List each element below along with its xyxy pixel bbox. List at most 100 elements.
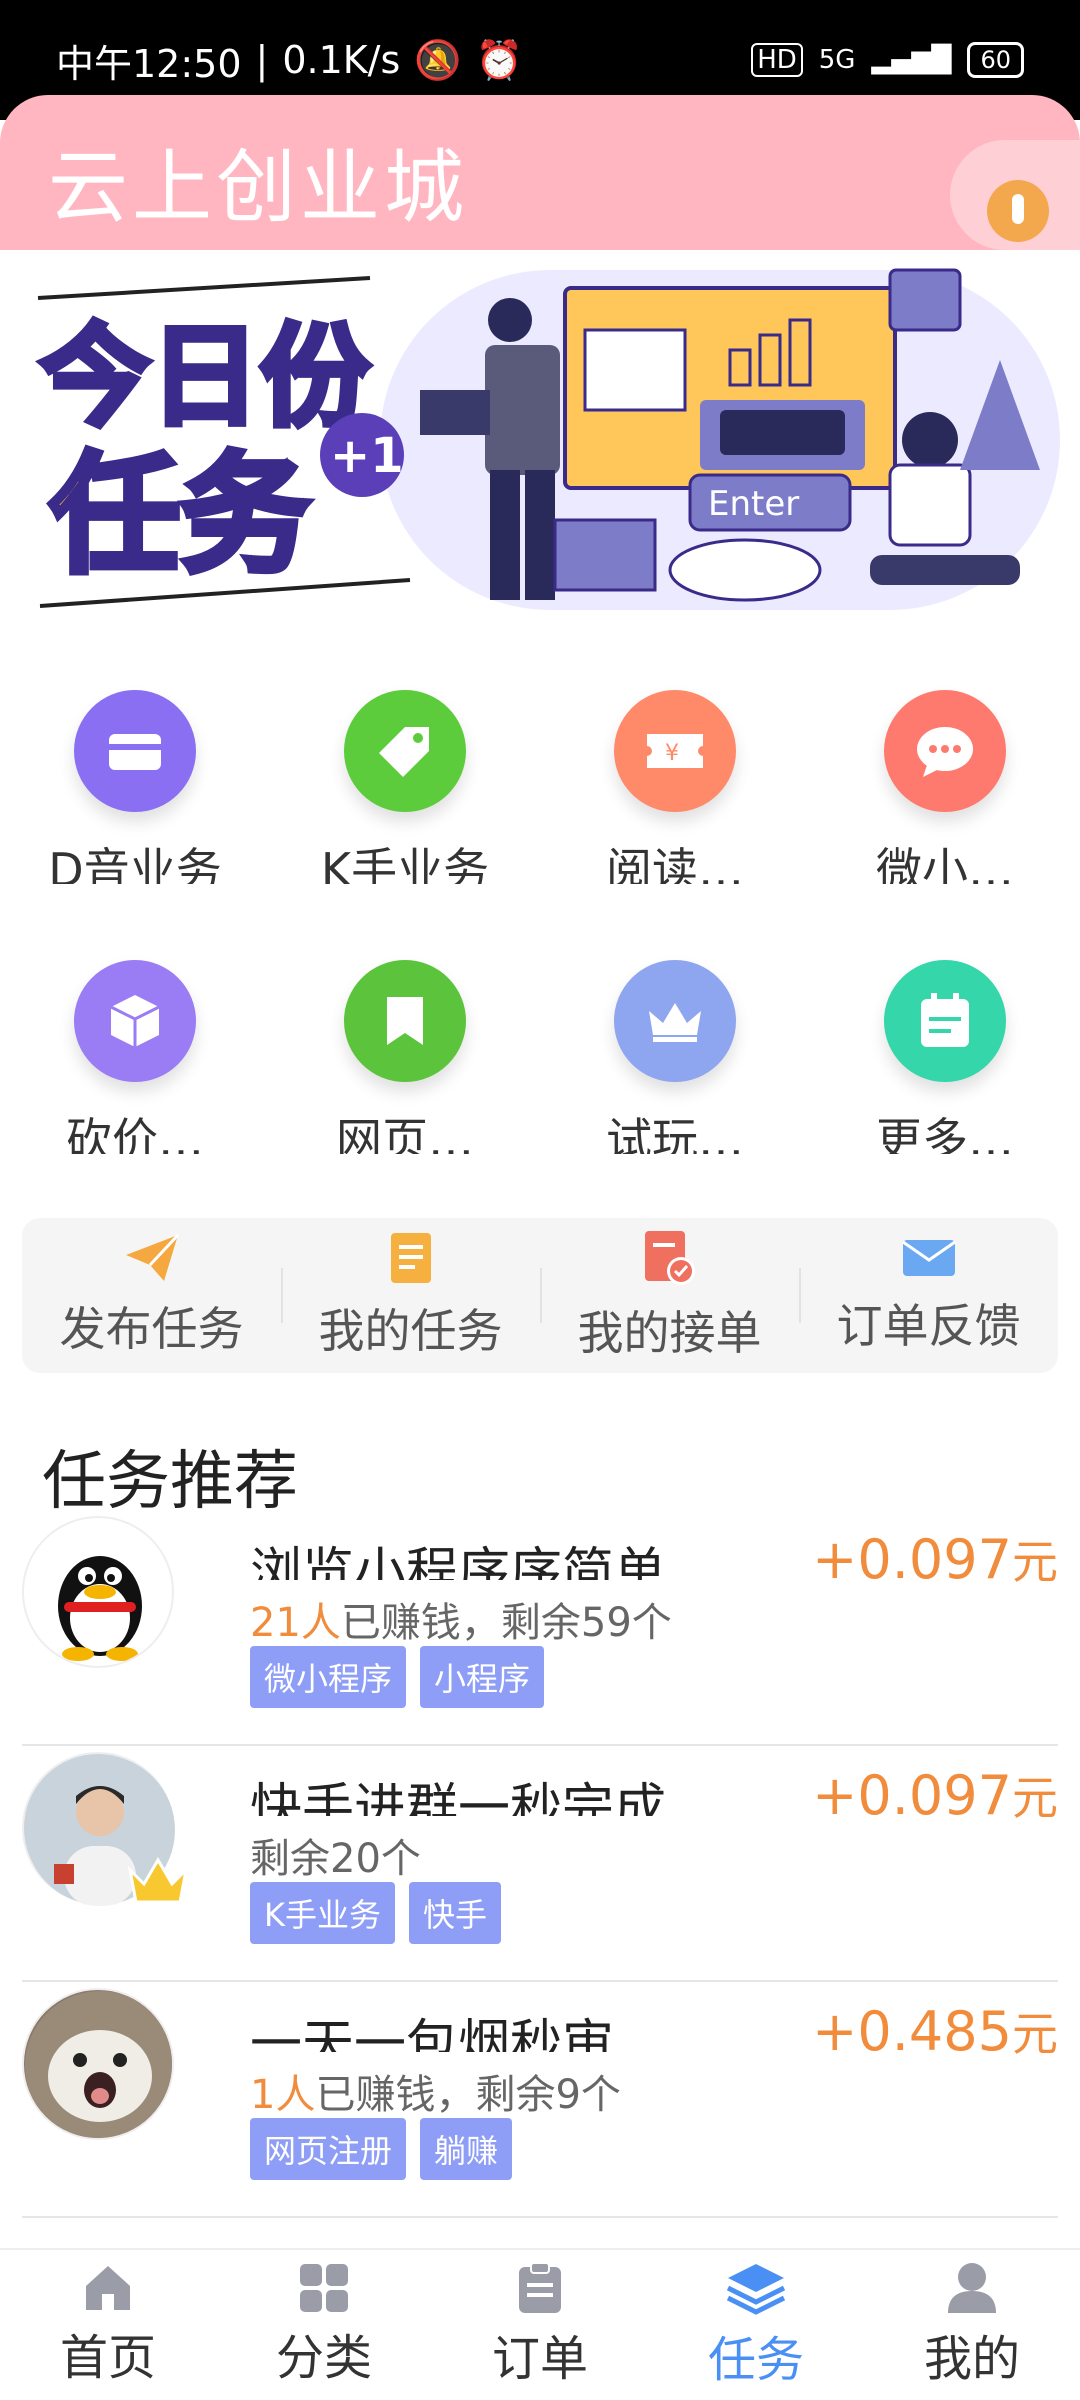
task-reward-unit: 元 <box>1012 1771 1058 1825</box>
quick-action-label: 发布任务 <box>59 1301 244 1356</box>
task-earned-count: 1人 <box>250 2072 316 2118</box>
quick-action-label: 订单反馈 <box>836 1298 1021 1353</box>
task-row[interactable]: 浏览小程序序简单 21人已赚钱，剩余59个 微小程序 小程序 +0.097元 <box>22 1510 1058 1746</box>
task-remaining: 已赚钱，剩余9个 <box>315 2072 621 2118</box>
task-tag: 小程序 <box>420 1646 545 1708</box>
category-item[interactable]: 微小… <box>810 660 1080 930</box>
order-check-icon <box>644 1230 695 1285</box>
tab-label: 我的 <box>923 2331 1020 2387</box>
quick-action-label: 我的任务 <box>318 1303 503 1358</box>
task-title: 快手进群一秒完成 <box>250 1779 667 1816</box>
task-reward: +0.485元 <box>812 1998 1058 2064</box>
home-icon <box>86 2266 130 2310</box>
layers-icon <box>726 2264 786 2315</box>
task-reward-value: +0.097 <box>812 1764 1012 1827</box>
section-title: 任务推荐 <box>42 1445 298 1519</box>
tab-label: 首页 <box>59 2330 156 2386</box>
user-icon <box>948 2263 996 2313</box>
floating-assistant-button[interactable] <box>950 140 1080 250</box>
task-reward-value: +0.485 <box>812 2000 1012 2063</box>
document-icon <box>390 1232 431 1283</box>
category-item[interactable]: D音业务 <box>0 660 270 930</box>
category-item[interactable]: 砍价… <box>0 930 270 1200</box>
banner-enter: Enter <box>708 484 799 524</box>
avatar <box>22 1752 189 1906</box>
task-tag: 微小程序 <box>250 1646 407 1708</box>
promo-banner[interactable]: 今日份 任务 +1 Enter <box>0 250 1080 640</box>
category-label: D音业务 <box>48 843 222 884</box>
tab-profile[interactable]: 我的 <box>864 2250 1080 2400</box>
cube-icon <box>74 960 196 1082</box>
quick-action-bar: 发布任务 我的任务 我的接单 订单反馈 <box>22 1218 1058 1373</box>
category-item[interactable]: ¥ 阅读… <box>540 660 810 930</box>
task-tag: K手业务 <box>250 1882 395 1944</box>
task-meta: 21人已赚钱，剩余59个 <box>250 1590 672 1648</box>
chat-icon <box>884 690 1006 812</box>
category-label: 更多… <box>876 1113 1014 1154</box>
category-grid: D音业务 K手业务 ¥ 阅读… 微小… 砍价… 网页… 试玩… 更多… <box>0 660 1080 1200</box>
task-row[interactable]: 一天一包烟秒审 1人已赚钱，剩余9个 网页注册 躺赚 +0.485元 <box>22 1982 1058 2218</box>
task-title: 浏览小程序序简单 <box>250 1543 667 1580</box>
category-label: 阅读… <box>606 843 744 884</box>
category-label: 网页… <box>336 1113 474 1154</box>
svg-text:¥: ¥ <box>665 741 679 766</box>
bookmark-icon <box>344 960 466 1082</box>
bottom-tab-bar: 首页 分类 订单 任务 我的 <box>0 2248 1080 2400</box>
paper-plane-icon <box>125 1233 179 1281</box>
app-title: 云上创业城 <box>48 141 468 234</box>
my-orders-button[interactable]: 我的接单 <box>540 1218 799 1373</box>
banner-line1: 今日份 <box>40 313 370 441</box>
task-list: 浏览小程序序简单 21人已赚钱，剩余59个 微小程序 小程序 +0.097元 快… <box>0 1510 1080 2218</box>
task-tag: 网页注册 <box>250 2118 407 2180</box>
person-icon <box>987 180 1049 242</box>
task-title: 一天一包烟秒审 <box>250 2015 615 2052</box>
category-label: 微小… <box>876 843 1014 884</box>
banner-line2: 任务 <box>50 439 310 591</box>
my-tasks-button[interactable]: 我的任务 <box>281 1218 540 1373</box>
task-reward-unit: 元 <box>1012 1535 1058 1589</box>
mute-icon: 🔕 <box>414 37 462 82</box>
tab-tasks[interactable]: 任务 <box>648 2250 864 2400</box>
tab-home[interactable]: 首页 <box>0 2250 216 2400</box>
banner-badge: +1 <box>330 428 404 484</box>
task-tag: 快手 <box>409 1882 502 1944</box>
category-item[interactable]: K手业务 <box>270 660 540 930</box>
tab-label: 任务 <box>707 2332 804 2388</box>
crown-badge-icon <box>127 1857 189 1904</box>
tag-icon <box>344 690 466 812</box>
calendar-icon <box>884 960 1006 1082</box>
task-reward-unit: 元 <box>1012 2007 1058 2061</box>
category-label: K手业务 <box>320 843 490 884</box>
quick-action-label: 我的接单 <box>577 1305 762 1360</box>
mail-icon <box>901 1239 956 1276</box>
tab-orders[interactable]: 订单 <box>432 2250 648 2400</box>
avatar <box>22 1988 174 2140</box>
hd-icon: HD <box>751 43 803 77</box>
category-item[interactable]: 试玩… <box>540 930 810 1200</box>
alarm-icon: ⏰ <box>475 37 523 82</box>
task-remaining: 已赚钱，剩余59个 <box>340 1600 672 1646</box>
category-label: 砍价… <box>66 1113 204 1154</box>
crown-icon <box>614 960 736 1082</box>
task-tags: 网页注册 躺赚 <box>250 2118 513 2180</box>
category-item[interactable]: 更多… <box>810 930 1080 1200</box>
app-header: 云上创业城 <box>0 95 1080 250</box>
tab-label: 分类 <box>275 2330 372 2386</box>
card-icon <box>74 690 196 812</box>
task-tag: 躺赚 <box>420 2118 513 2180</box>
task-reward: +0.097元 <box>812 1526 1058 1592</box>
avatar <box>22 1516 174 1668</box>
grid-icon <box>300 2264 348 2312</box>
status-time: 中午12:50 <box>56 41 242 86</box>
tab-label: 订单 <box>491 2331 588 2387</box>
category-item[interactable]: 网页… <box>270 930 540 1200</box>
tab-category[interactable]: 分类 <box>216 2250 432 2400</box>
order-feedback-button[interactable]: 订单反馈 <box>799 1218 1058 1373</box>
task-tags: 微小程序 小程序 <box>250 1646 545 1708</box>
task-meta: 剩余20个 <box>250 1826 421 1884</box>
network-label: 5G <box>818 45 856 75</box>
task-row[interactable]: 快手进群一秒完成 剩余20个 K手业务 快手 +0.097元 <box>22 1746 1058 1982</box>
task-earned-count: 21人 <box>250 1600 341 1646</box>
publish-task-button[interactable]: 发布任务 <box>22 1218 281 1373</box>
task-tags: K手业务 快手 <box>250 1882 502 1944</box>
